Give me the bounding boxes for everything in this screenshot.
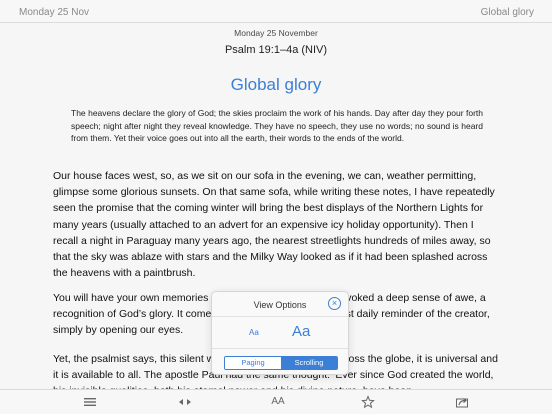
body-paragraph: Our house faces west, so, as we sit on o… — [53, 170, 495, 280]
top-date-label[interactable]: Monday 25 Nov — [19, 7, 89, 18]
scripture-passage: The heavens declare the glory of God; th… — [71, 108, 483, 143]
decrease-font-button[interactable]: Aa — [249, 328, 259, 337]
font-size-label: AA — [271, 396, 285, 407]
scrolling-option[interactable]: Scrolling — [281, 357, 337, 369]
top-title-label[interactable]: Global glory — [481, 7, 534, 18]
increase-font-button[interactable]: Aa — [292, 323, 310, 340]
prev-next-icon[interactable] — [177, 394, 193, 410]
reading-title: Global glory — [230, 75, 322, 94]
top-bar: Monday 25 Nov Global glory — [0, 0, 552, 23]
reading-mode-segmented-control: Paging Scrolling — [224, 356, 338, 370]
star-icon[interactable] — [361, 394, 375, 410]
share-icon[interactable] — [455, 394, 469, 410]
divider — [212, 348, 348, 349]
scripture-reference: Psalm 19:1–4a (NIV) — [224, 44, 328, 56]
divider — [212, 316, 348, 317]
list-icon[interactable] — [83, 394, 97, 410]
view-options-popover: View Options × Aa Aa Paging Scrolling — [211, 291, 349, 375]
close-icon[interactable]: × — [328, 297, 341, 310]
bottom-toolbar: AA — [0, 389, 552, 414]
paging-option[interactable]: Paging — [225, 357, 281, 369]
font-size-icon[interactable]: AA — [270, 394, 286, 410]
reading-date: Monday 25 November — [234, 28, 318, 38]
